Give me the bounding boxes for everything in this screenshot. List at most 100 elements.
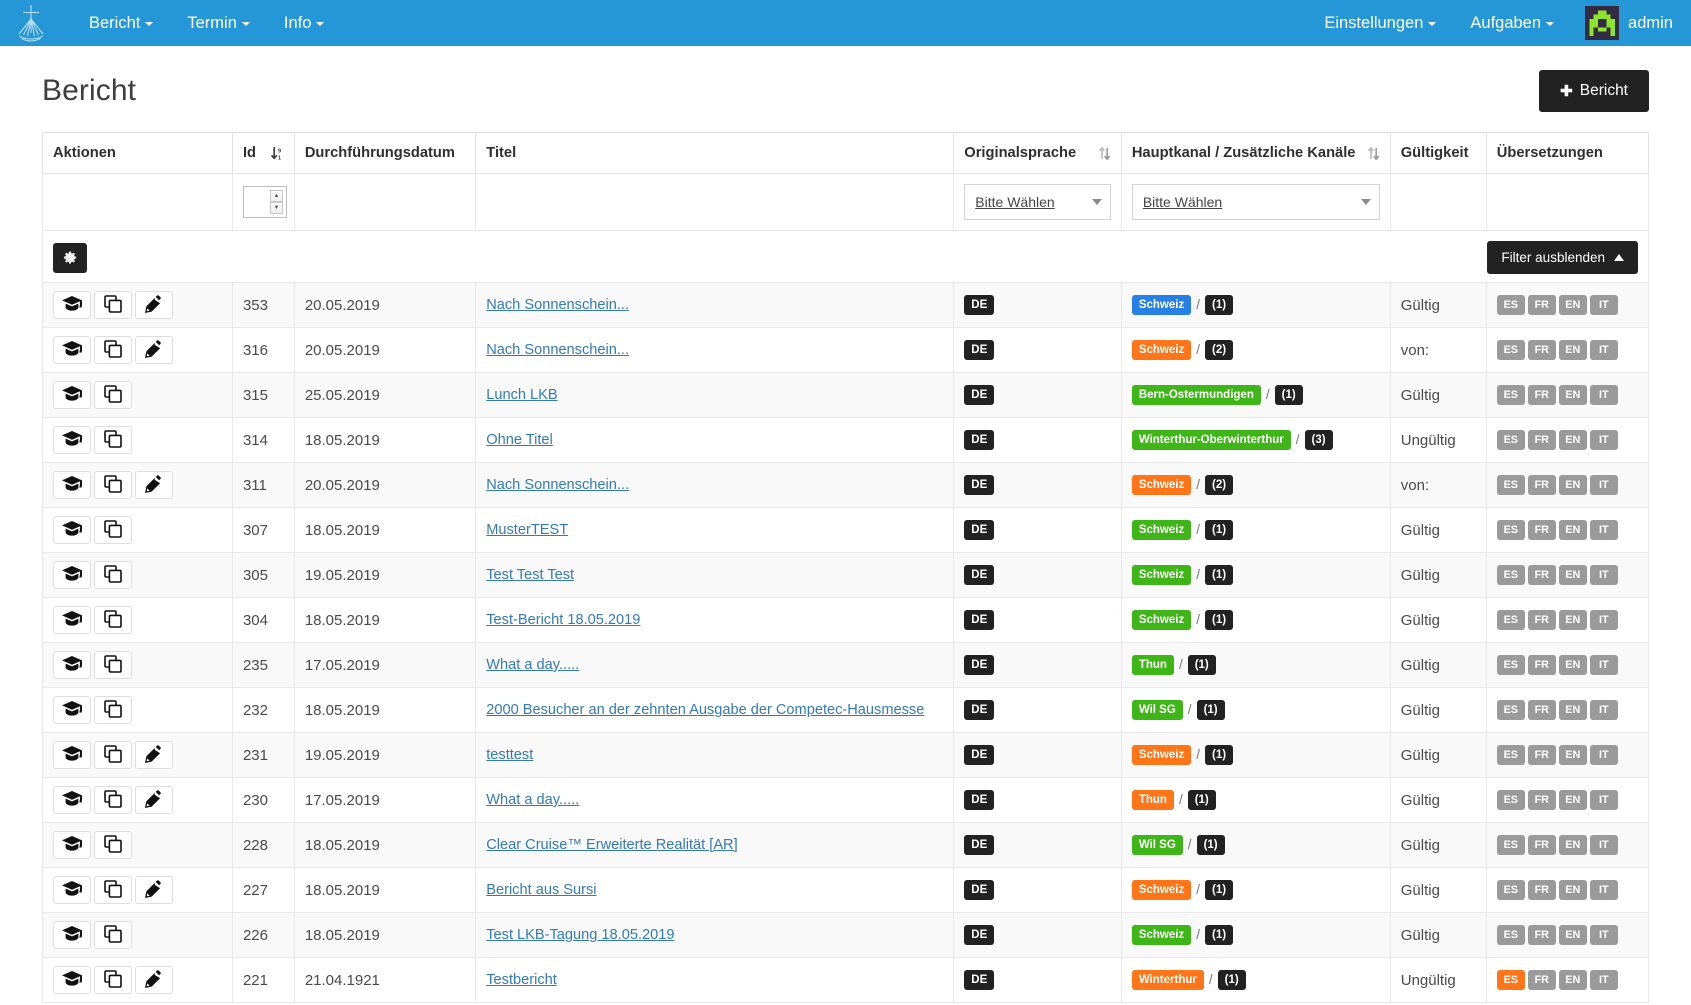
graduation-cap-action-button[interactable] — [53, 786, 91, 814]
translation-badge-it[interactable]: IT — [1589, 699, 1618, 721]
graduation-cap-action-button[interactable] — [53, 516, 91, 544]
graduation-cap-action-button[interactable] — [53, 471, 91, 499]
translation-badge-es[interactable]: ES — [1496, 294, 1525, 316]
extra-channels-count-badge[interactable]: (1) — [1204, 519, 1234, 541]
col-header-originalsprache[interactable]: Originalsprache — [953, 132, 1122, 174]
extra-channels-count-badge[interactable]: (1) — [1196, 699, 1225, 721]
graduation-cap-action-button[interactable] — [53, 561, 91, 589]
translation-badge-en[interactable]: EN — [1558, 879, 1587, 901]
extra-channels-count-badge[interactable]: (2) — [1204, 339, 1234, 361]
copy-action-button[interactable] — [94, 291, 132, 319]
translation-badge-it[interactable]: IT — [1589, 429, 1618, 451]
filter-toggle-button[interactable]: Filter ausblenden — [1487, 241, 1638, 274]
nav-item-einstellungen[interactable]: Einstellungen — [1307, 0, 1453, 46]
channel-badge[interactable]: Schweiz — [1131, 924, 1192, 946]
title-link[interactable]: Nach Sonnenschein... — [486, 477, 629, 493]
copy-action-button[interactable] — [94, 561, 132, 589]
channel-badge[interactable]: Winterthur-Oberwinterthur — [1131, 429, 1291, 451]
translation-badge-it[interactable]: IT — [1589, 384, 1618, 406]
graduation-cap-action-button[interactable] — [53, 966, 91, 994]
pencil-action-button[interactable] — [135, 966, 173, 994]
col-header-id[interactable]: Id 9 1 — [231, 132, 295, 174]
translation-badge-fr[interactable]: FR — [1527, 339, 1556, 361]
table-settings-button[interactable] — [53, 242, 87, 273]
copy-action-button[interactable] — [94, 876, 132, 904]
copy-action-button[interactable] — [94, 966, 132, 994]
channel-badge[interactable]: Schweiz — [1131, 339, 1192, 361]
translation-badge-en[interactable]: EN — [1558, 429, 1587, 451]
extra-channels-count-badge[interactable]: (1) — [1204, 564, 1234, 586]
nav-item-bericht[interactable]: Bericht — [72, 0, 170, 46]
title-link[interactable]: Testbericht — [486, 972, 557, 988]
title-link[interactable]: Test-Bericht 18.05.2019 — [486, 612, 640, 628]
translation-badge-it[interactable]: IT — [1589, 969, 1618, 991]
translation-badge-fr[interactable]: FR — [1527, 384, 1556, 406]
translation-badge-en[interactable]: EN — [1558, 834, 1587, 856]
channel-badge[interactable]: Winterthur — [1131, 969, 1204, 991]
copy-action-button[interactable] — [94, 921, 132, 949]
extra-channels-count-badge[interactable]: (1) — [1196, 834, 1225, 856]
graduation-cap-action-button[interactable] — [53, 876, 91, 904]
translation-badge-es[interactable]: ES — [1496, 969, 1525, 991]
copy-action-button[interactable] — [94, 516, 132, 544]
copy-action-button[interactable] — [94, 336, 132, 364]
translation-badge-es[interactable]: ES — [1496, 744, 1525, 766]
channel-badge[interactable]: Schweiz — [1131, 879, 1192, 901]
title-link[interactable]: 2000 Besucher an der zehnten Ausgabe der… — [486, 702, 924, 718]
title-link[interactable]: testtest — [486, 747, 533, 763]
title-link[interactable]: Test Test Test — [486, 567, 574, 583]
avatar[interactable] — [1585, 6, 1620, 40]
graduation-cap-action-button[interactable] — [53, 741, 91, 769]
translation-badge-fr[interactable]: FR — [1527, 429, 1556, 451]
extra-channels-count-badge[interactable]: (1) — [1274, 384, 1303, 406]
translation-badge-en[interactable]: EN — [1558, 339, 1587, 361]
title-link[interactable]: What a day..... — [486, 792, 579, 808]
extra-channels-count-badge[interactable]: (1) — [1204, 294, 1234, 316]
title-link[interactable]: Test LKB-Tagung 18.05.2019 — [486, 927, 674, 943]
copy-action-button[interactable] — [94, 606, 132, 634]
translation-badge-es[interactable]: ES — [1496, 924, 1525, 946]
translation-badge-fr[interactable]: FR — [1527, 834, 1556, 856]
translation-badge-en[interactable]: EN — [1558, 699, 1587, 721]
extra-channels-count-badge[interactable]: (1) — [1204, 609, 1234, 631]
channel-badge[interactable]: Wil SG — [1131, 699, 1183, 721]
copy-action-button[interactable] — [94, 696, 132, 724]
translation-badge-it[interactable]: IT — [1589, 924, 1618, 946]
channel-badge[interactable]: Schweiz — [1131, 744, 1192, 766]
channel-badge[interactable]: Schweiz — [1131, 564, 1192, 586]
translation-badge-it[interactable]: IT — [1589, 519, 1618, 541]
translation-badge-fr[interactable]: FR — [1527, 474, 1556, 496]
extra-channels-count-badge[interactable]: (2) — [1204, 474, 1234, 496]
extra-channels-count-badge[interactable]: (1) — [1187, 789, 1216, 811]
translation-badge-es[interactable]: ES — [1496, 474, 1525, 496]
translation-badge-es[interactable]: ES — [1496, 789, 1525, 811]
translation-badge-fr[interactable]: FR — [1527, 879, 1556, 901]
translation-badge-it[interactable]: IT — [1589, 294, 1618, 316]
translation-badge-en[interactable]: EN — [1558, 609, 1587, 631]
extra-channels-count-badge[interactable]: (1) — [1217, 969, 1246, 991]
title-link[interactable]: MusterTEST — [486, 522, 568, 538]
graduation-cap-action-button[interactable] — [53, 336, 91, 364]
title-link[interactable]: Ohne Titel — [486, 432, 553, 448]
graduation-cap-action-button[interactable] — [53, 696, 91, 724]
extra-channels-count-badge[interactable]: (1) — [1204, 879, 1234, 901]
extra-channels-count-badge[interactable]: (1) — [1204, 924, 1234, 946]
originalsprache-filter-select[interactable]: Bitte Wählen — [964, 184, 1111, 220]
title-link[interactable]: Lunch LKB — [486, 387, 557, 403]
copy-action-button[interactable] — [94, 786, 132, 814]
sort-both-icon[interactable] — [1357, 146, 1380, 161]
channel-badge[interactable]: Schweiz — [1131, 519, 1192, 541]
translation-badge-fr[interactable]: FR — [1527, 564, 1556, 586]
translation-badge-fr[interactable]: FR — [1527, 294, 1556, 316]
translation-badge-en[interactable]: EN — [1558, 744, 1587, 766]
copy-action-button[interactable] — [94, 381, 132, 409]
translation-badge-it[interactable]: IT — [1589, 564, 1618, 586]
translation-badge-en[interactable]: EN — [1558, 969, 1587, 991]
title-link[interactable]: Clear Cruise™ Erweiterte Realität [AR] — [486, 837, 737, 853]
col-header-hauptkanal[interactable]: Hauptkanal / Zusätzliche Kanäle — [1120, 132, 1391, 174]
translation-badge-en[interactable]: EN — [1558, 294, 1587, 316]
channel-badge[interactable]: Schweiz — [1131, 294, 1192, 316]
channel-badge[interactable]: Schweiz — [1131, 609, 1192, 631]
translation-badge-it[interactable]: IT — [1589, 834, 1618, 856]
pencil-action-button[interactable] — [135, 876, 173, 904]
